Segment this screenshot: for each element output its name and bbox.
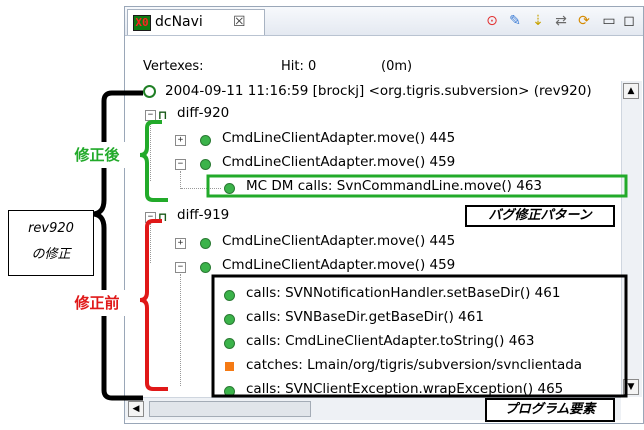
rev920-fix-box: rev920 の修正 [8, 210, 94, 276]
program-element-box [211, 274, 628, 398]
fix-of-label: の修正 [31, 247, 71, 262]
after-fix-bracket [139, 120, 168, 202]
after-fix-label: 修正後 [62, 142, 132, 168]
bug-fix-pattern-label: バグ修正パターン [465, 205, 615, 227]
rev920-bracket [91, 90, 143, 401]
bug-fix-pattern-box [206, 174, 628, 198]
rev920-label: rev920 [28, 221, 74, 236]
before-fix-label: 修正前 [62, 290, 132, 316]
before-fix-bracket [139, 219, 168, 391]
program-element-label: プログラム要素 [485, 398, 615, 422]
